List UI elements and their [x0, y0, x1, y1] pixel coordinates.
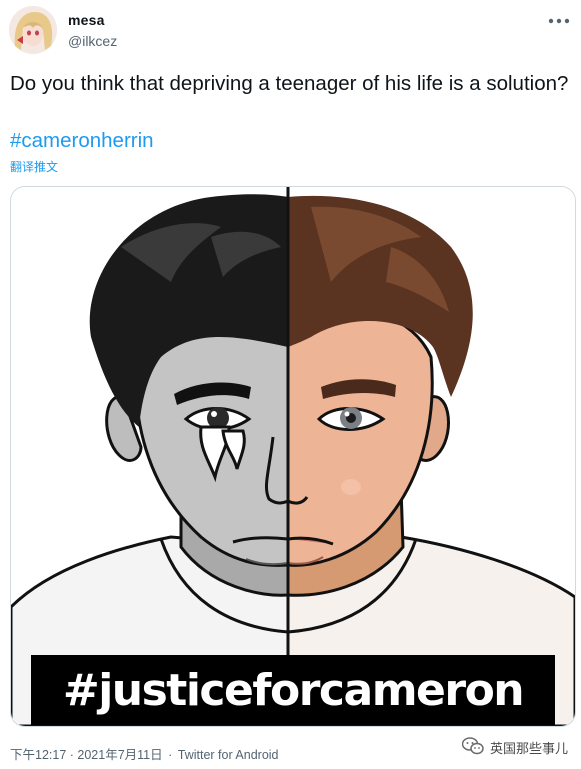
wechat-icon	[461, 736, 484, 758]
translate-tweet-link[interactable]: 翻译推文	[10, 158, 58, 175]
display-name[interactable]: mesa	[68, 12, 105, 28]
footer-separator: ·	[168, 748, 173, 762]
avatar-image	[9, 6, 57, 54]
tweet-footer: 下午12:17 · 2021年7月11日 · Twitter for Andro…	[10, 744, 279, 763]
avatar[interactable]	[9, 6, 57, 54]
more-horizontal-icon[interactable]	[546, 12, 572, 30]
tweet-media[interactable]: #justiceforcameron	[10, 186, 576, 727]
tweet-text: Do you think that depriving a teenager o…	[10, 72, 569, 95]
timestamp[interactable]: 下午12:17 · 2021年7月11日	[10, 748, 163, 762]
media-banner-text: #justiceforcameron	[62, 664, 525, 716]
watermark: 英国那些事儿	[461, 734, 568, 760]
watermark-text: 英国那些事儿	[489, 740, 568, 756]
user-handle[interactable]: @ilkcez	[68, 33, 117, 49]
hashtag-link[interactable]: #cameronherrin	[10, 127, 154, 154]
media-illustration	[11, 187, 575, 726]
tweet-source[interactable]: Twitter for Android	[178, 748, 279, 762]
